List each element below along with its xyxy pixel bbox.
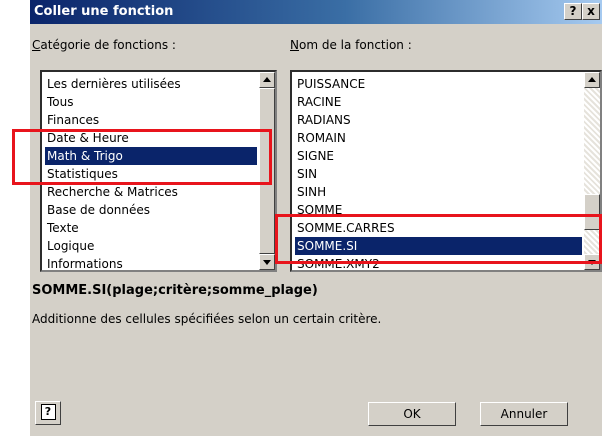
category-item[interactable]: Tous xyxy=(45,93,257,111)
arrow-up-icon xyxy=(588,77,596,82)
category-item[interactable]: Recherche & Matrices xyxy=(45,183,257,201)
highlight-category-box xyxy=(12,129,272,185)
arrow-up-icon xyxy=(263,77,271,82)
category-item[interactable]: Les dernières utilisées xyxy=(45,75,257,93)
function-name-label: Nom de la fonction : xyxy=(290,38,412,52)
arrow-down-icon xyxy=(263,260,271,265)
category-label: Catégorie de fonctions : xyxy=(32,38,176,52)
highlight-function-box xyxy=(275,214,602,264)
help-icon: ? xyxy=(40,404,56,420)
title-bar[interactable]: Coller une fonction ? x xyxy=(30,0,602,24)
function-item[interactable]: RADIANS xyxy=(295,111,582,129)
function-item[interactable]: SIN xyxy=(295,165,582,183)
category-item[interactable]: Logique xyxy=(45,237,257,255)
function-signature: SOMME.SI(plage;critère;somme_plage) xyxy=(32,283,318,298)
help-button[interactable]: ? xyxy=(35,401,61,425)
category-scroll-up-button[interactable] xyxy=(259,72,275,88)
function-item[interactable]: RACINE xyxy=(295,93,582,111)
function-item[interactable]: ROMAIN xyxy=(295,129,582,147)
function-item[interactable]: PUISSANCE xyxy=(295,75,582,93)
category-item[interactable]: Texte xyxy=(45,219,257,237)
ok-button[interactable]: OK xyxy=(368,402,456,426)
function-description: Additionne des cellules spécifiées selon… xyxy=(32,312,382,326)
category-item[interactable]: Informations xyxy=(45,255,257,273)
function-item[interactable]: SINH xyxy=(295,183,582,201)
function-item[interactable]: SIGNE xyxy=(295,147,582,165)
category-item[interactable]: Base de données xyxy=(45,201,257,219)
close-button[interactable]: x xyxy=(582,3,600,20)
cancel-button[interactable]: Annuler xyxy=(480,402,568,426)
function-scroll-up-button[interactable] xyxy=(584,72,600,88)
category-scroll-down-button[interactable] xyxy=(259,254,275,270)
window-title: Coller une fonction xyxy=(34,4,174,19)
category-item[interactable]: Finances xyxy=(45,111,257,129)
help-title-button[interactable]: ? xyxy=(564,3,582,20)
